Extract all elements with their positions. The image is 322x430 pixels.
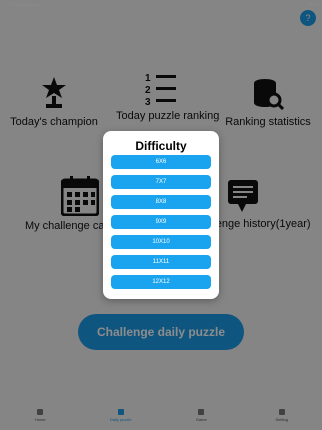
difficulty-option-9x9[interactable]: 9X9 xyxy=(111,215,211,229)
dialog-title: Difficulty xyxy=(135,139,187,153)
difficulty-option-6x6[interactable]: 6X6 xyxy=(111,155,211,169)
difficulty-option-11x11[interactable]: 11X11 xyxy=(111,255,211,269)
difficulty-option-8x8[interactable]: 8X8 xyxy=(111,195,211,209)
difficulty-dialog: Difficulty 6X6 7X7 8X8 9X9 10X10 11X11 1… xyxy=(103,131,219,299)
difficulty-option-12x12[interactable]: 12X12 xyxy=(111,275,211,289)
difficulty-option-10x10[interactable]: 10X10 xyxy=(111,235,211,249)
difficulty-options: 6X6 7X7 8X8 9X9 10X10 11X11 12X12 xyxy=(111,155,211,295)
difficulty-option-7x7[interactable]: 7X7 xyxy=(111,175,211,189)
